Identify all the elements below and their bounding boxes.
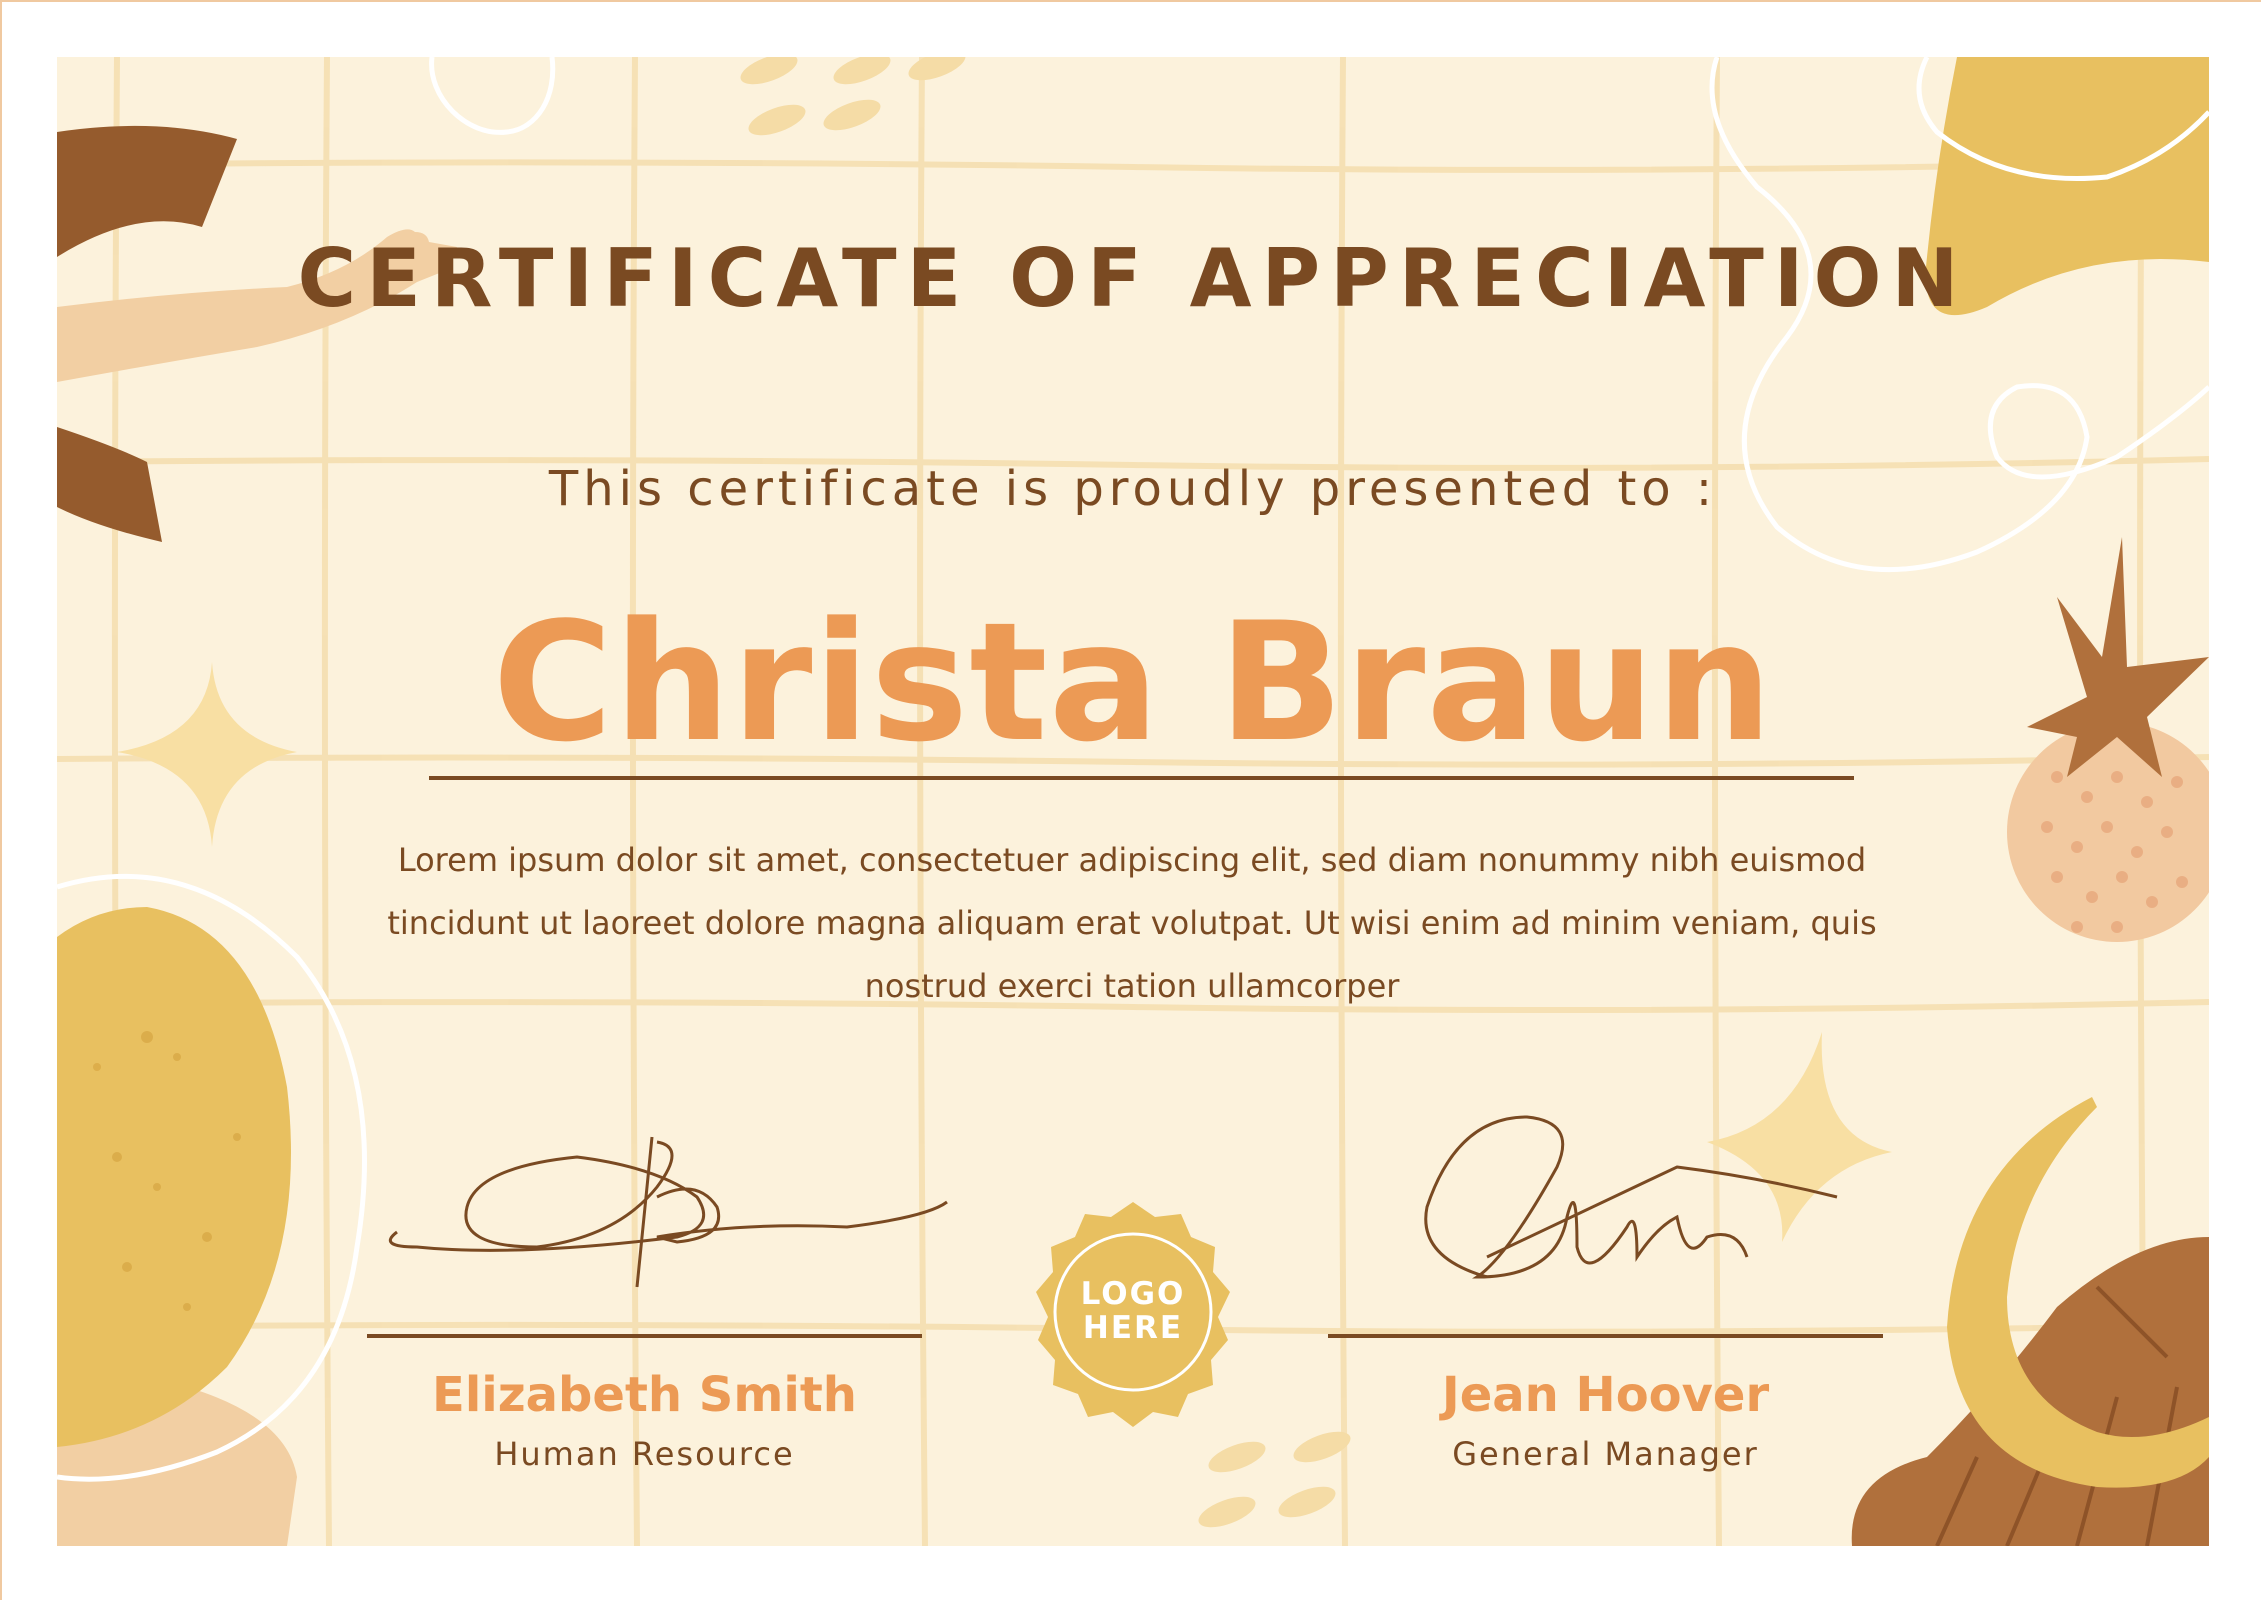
- presented-to-line: This certificate is proudly presented to…: [548, 461, 1718, 517]
- signature-line-left: [367, 1334, 922, 1338]
- logo-placeholder-text: LOGO HERE: [1058, 1277, 1208, 1345]
- logo-text-line-2: HERE: [1082, 1310, 1184, 1346]
- page-left-border: [0, 0, 2, 1600]
- recipient-underline: [429, 776, 1854, 780]
- recipient-name: Christa Braun: [492, 587, 1774, 778]
- signatory-name-left: Elizabeth Smith: [432, 1367, 857, 1423]
- signatory-role-right: General Manager: [1452, 1435, 1759, 1473]
- certificate-card: CERTIFICATE OF APPRECIATION This certifi…: [57, 57, 2209, 1546]
- signature-line-right: [1328, 1334, 1883, 1338]
- signature-elizabeth-smith: [388, 1136, 948, 1288]
- logo-text-line-1: LOGO: [1080, 1276, 1186, 1312]
- white-squiggle-top-left: [429, 57, 556, 135]
- certificate-title: CERTIFICATE OF APPRECIATION: [297, 232, 1969, 325]
- signatory-name-right: Jean Hoover: [1441, 1367, 1770, 1423]
- mustard-blob-left: [57, 907, 291, 1447]
- sparkle-star-right: [1707, 1032, 1892, 1242]
- petal-cluster-top: [740, 57, 966, 136]
- page-top-border: [0, 0, 2261, 2]
- certificate-body: Lorem ipsum dolor sit amet, consectetuer…: [387, 841, 1877, 1005]
- signatory-role-left: Human Resource: [494, 1435, 795, 1473]
